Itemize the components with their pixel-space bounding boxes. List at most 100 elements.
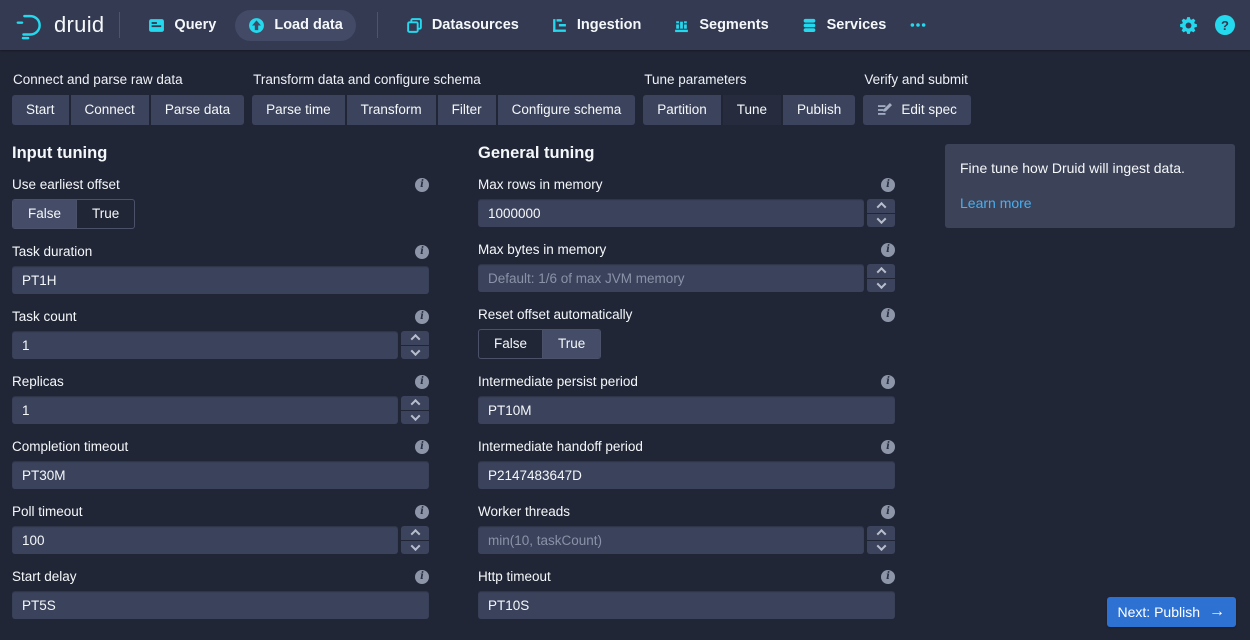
info-icon[interactable]: i (415, 570, 429, 584)
info-icon[interactable]: i (415, 178, 429, 192)
task-count-input[interactable] (12, 331, 398, 359)
info-icon[interactable]: i (881, 375, 895, 389)
reset-offset-automatically-option-true[interactable]: True (542, 330, 600, 358)
nav-item-query[interactable]: Query (135, 10, 229, 41)
step-button-label: Parse time (266, 95, 331, 125)
info-icon[interactable]: i (415, 310, 429, 324)
start-delay-input[interactable] (12, 591, 429, 619)
step-button-connect[interactable]: Connect (71, 95, 149, 125)
step-button-transform[interactable]: Transform (347, 95, 436, 125)
info-icon[interactable]: i (415, 440, 429, 454)
ingestion-icon (551, 17, 568, 34)
stepper-increment-button[interactable] (867, 264, 895, 278)
step-button-start[interactable]: Start (12, 95, 69, 125)
nav-divider (377, 12, 378, 38)
top-navbar: druid Query Load data DatasourcesIngestio… (0, 0, 1250, 50)
stepper-decrement-button[interactable] (401, 541, 429, 555)
next-publish-button[interactable]: Next: Publish → (1107, 597, 1236, 627)
use-earliest-offset-option-false[interactable]: False (13, 200, 76, 228)
chevron-up-icon (876, 202, 886, 212)
step-button-configure-schema[interactable]: Configure schema (498, 95, 636, 125)
field-label: Worker threads (478, 504, 570, 519)
chevron-down-icon (876, 279, 886, 289)
more-icon[interactable] (909, 16, 927, 34)
field-label: Poll timeout (12, 504, 83, 519)
input-tuning-column: Input tuning Use earliest offset i FalseTr… (12, 144, 429, 633)
reset-offset-automatically-option-false[interactable]: False (479, 330, 542, 358)
field-label: Use earliest offset (12, 177, 120, 192)
step-button-parse-data[interactable]: Parse data (151, 95, 244, 125)
use-earliest-offset-option-true[interactable]: True (76, 200, 134, 228)
http-timeout-input[interactable] (478, 591, 895, 619)
nav-item-services[interactable]: Services (788, 10, 900, 41)
upload-icon (248, 17, 265, 34)
info-icon[interactable]: i (881, 505, 895, 519)
task-count-stepper (401, 331, 429, 359)
max-bytes-in-memory-stepper (867, 264, 895, 292)
info-icon[interactable]: i (881, 243, 895, 257)
field-label: Replicas (12, 374, 64, 389)
stepper-increment-button[interactable] (401, 331, 429, 345)
info-icon[interactable]: i (881, 570, 895, 584)
step-button-publish[interactable]: Publish (783, 95, 855, 125)
poll-timeout-input[interactable] (12, 526, 398, 554)
stepper-increment-button[interactable] (401, 526, 429, 540)
nav-item-datasources[interactable]: Datasources (393, 10, 532, 41)
intermediate-handoff-period-input[interactable] (478, 461, 895, 489)
step-group-title: Transform data and configure schema (253, 72, 635, 87)
field-label: Task duration (12, 244, 92, 259)
field-label: Reset offset automatically (478, 307, 632, 322)
nav-item-ingestion[interactable]: Ingestion (538, 10, 654, 41)
stepper-decrement-button[interactable] (401, 411, 429, 425)
step-button-label: Connect (85, 95, 135, 125)
step-button-edit-spec[interactable]: Edit spec (863, 95, 971, 125)
edit-spec-icon (877, 102, 893, 118)
max-bytes-in-memory-input[interactable] (478, 264, 864, 292)
learn-more-link[interactable]: Learn more (960, 195, 1032, 211)
callout-text: Fine tune how Druid will ingest data. (960, 159, 1220, 179)
step-button-label: Tune (737, 95, 767, 125)
step-button-label: Start (26, 95, 55, 125)
input-tuning-heading: Input tuning (12, 144, 429, 163)
chevron-up-icon (410, 529, 420, 539)
settings-gear-icon[interactable] (1179, 16, 1198, 35)
info-icon[interactable]: i (415, 375, 429, 389)
field-completion-timeout: Completion timeouti (12, 438, 429, 489)
stepper-increment-button[interactable] (401, 396, 429, 410)
max-rows-in-memory-input[interactable] (478, 199, 864, 227)
completion-timeout-input[interactable] (12, 461, 429, 489)
stepper-increment-button[interactable] (867, 199, 895, 213)
stepper-decrement-button[interactable] (867, 541, 895, 555)
intermediate-persist-period-input[interactable] (478, 396, 895, 424)
info-icon[interactable]: i (881, 178, 895, 192)
nav-item-segments[interactable]: Segments (660, 10, 781, 41)
field-http-timeout: Http timeouti (478, 568, 895, 619)
stepper-decrement-button[interactable] (867, 214, 895, 228)
field-reset-offset-automatically: Reset offset automatically i FalseTrue (478, 306, 895, 359)
step-button-parse-time[interactable]: Parse time (252, 95, 345, 125)
info-icon[interactable]: i (881, 308, 895, 322)
step-group-title: Tune parameters (644, 72, 855, 87)
chevron-up-icon (876, 529, 886, 539)
stepper-decrement-button[interactable] (401, 346, 429, 360)
chevron-up-icon (410, 399, 420, 409)
replicas-input[interactable] (12, 396, 398, 424)
info-icon[interactable]: i (881, 440, 895, 454)
field-max-rows-in-memory: Max rows in memoryi (478, 176, 895, 227)
info-icon[interactable]: i (415, 505, 429, 519)
druid-brand[interactable]: druid (15, 10, 104, 40)
step-button-tune[interactable]: Tune (723, 95, 781, 125)
step-button-filter[interactable]: Filter (438, 95, 496, 125)
stepper-decrement-button[interactable] (867, 279, 895, 293)
poll-timeout-stepper (401, 526, 429, 554)
step-button-label: Partition (657, 95, 707, 125)
nav-item-load-data[interactable]: Load data (235, 10, 355, 41)
stepper-increment-button[interactable] (867, 526, 895, 540)
task-duration-input[interactable] (12, 266, 429, 294)
help-icon[interactable]: ? (1215, 15, 1235, 35)
info-icon[interactable]: i (415, 245, 429, 259)
worker-threads-input[interactable] (478, 526, 864, 554)
field-intermediate-persist-period: Intermediate persist periodi (478, 373, 895, 424)
step-button-partition[interactable]: Partition (643, 95, 721, 125)
nav-item-label: Load data (274, 17, 342, 33)
